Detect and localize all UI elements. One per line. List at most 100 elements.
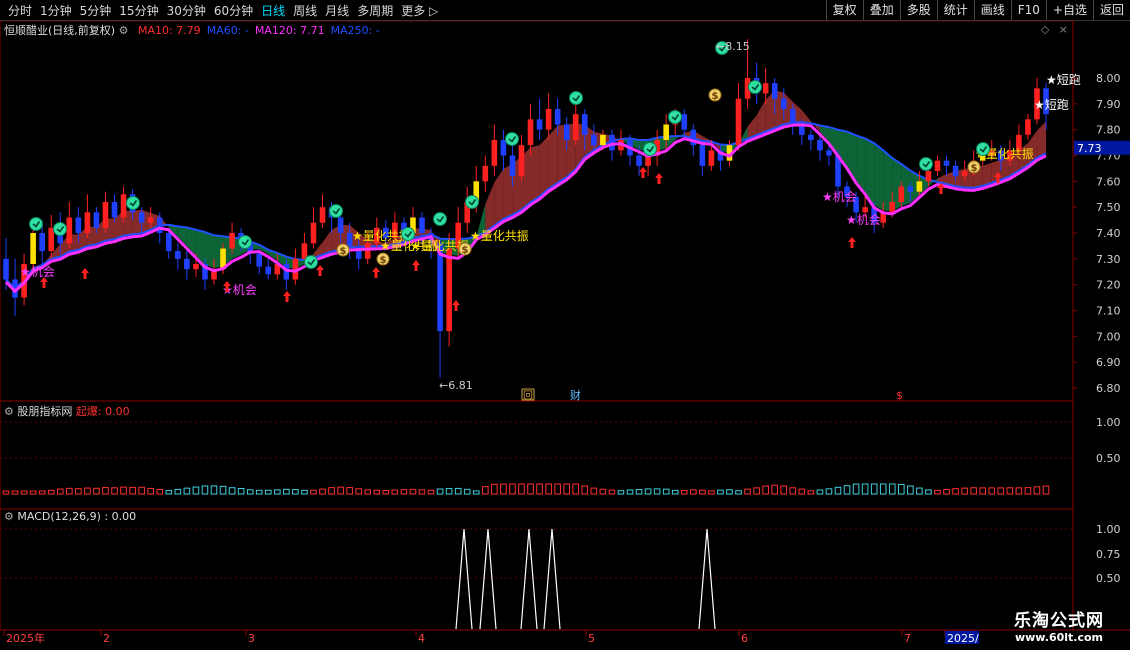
candle-body[interactable] <box>563 124 570 141</box>
candle-body[interactable] <box>572 114 579 140</box>
candle-body[interactable] <box>491 140 498 166</box>
candle-body[interactable] <box>39 233 45 252</box>
toolbar-button[interactable]: F10 <box>1010 0 1046 20</box>
candle-body[interactable] <box>364 243 371 259</box>
candle-body[interactable] <box>518 145 525 177</box>
indicator-bar <box>2 490 10 495</box>
candle-body[interactable] <box>780 98 787 109</box>
candle-body[interactable] <box>889 202 896 213</box>
period-tab[interactable]: 更多 ▷ <box>401 2 438 19</box>
candle-body[interactable] <box>184 258 190 270</box>
candle-body[interactable] <box>482 165 489 182</box>
price-tick-label: 7.50 <box>1096 201 1121 214</box>
candle-body[interactable] <box>500 140 507 156</box>
candle-body[interactable] <box>446 248 452 332</box>
period-tab[interactable]: 30分钟 <box>167 2 206 19</box>
settings-icon[interactable]: ⚙ <box>4 405 14 418</box>
candle-body[interactable] <box>771 83 778 99</box>
candle-body[interactable] <box>591 134 597 146</box>
kline-chart[interactable]: ★机会★机会★量化共振★量化共振★量化共振★量化共振★机会★机会★量化共振★短跑… <box>0 21 1130 650</box>
candle-body[interactable] <box>527 119 534 146</box>
candle-body[interactable] <box>699 145 706 166</box>
toolbar-button[interactable]: 多股 <box>899 0 937 20</box>
candle-body[interactable] <box>301 243 308 259</box>
candle-body[interactable] <box>337 217 344 234</box>
candle-body[interactable] <box>319 207 326 223</box>
close-icon[interactable]: × <box>1059 23 1068 36</box>
candle-body[interactable] <box>120 194 127 218</box>
toolbar-button[interactable]: 复权 <box>825 0 863 20</box>
candle-body[interactable] <box>509 155 516 177</box>
candle-body[interactable] <box>536 119 543 130</box>
indicator-bar <box>907 485 914 495</box>
period-tab[interactable]: 5分钟 <box>80 2 112 19</box>
toolbar-button[interactable]: 画线 <box>973 0 1011 20</box>
candle-body[interactable] <box>147 217 154 223</box>
candle-body[interactable] <box>165 233 172 252</box>
candle-body[interactable] <box>355 245 362 259</box>
candle-body[interactable] <box>66 217 73 244</box>
candle-body[interactable] <box>193 264 199 270</box>
candle-body[interactable] <box>554 109 561 125</box>
candle-body[interactable] <box>111 202 118 218</box>
candle-body[interactable] <box>943 160 950 166</box>
period-tab[interactable]: 1分钟 <box>40 2 72 19</box>
candle-body[interactable] <box>925 171 932 182</box>
check-circle <box>29 217 43 231</box>
candle-body[interactable] <box>934 160 941 171</box>
candle-body[interactable] <box>138 212 145 223</box>
toolbar-button[interactable]: 叠加 <box>862 0 900 20</box>
toolbar-button[interactable]: 返回 <box>1092 0 1130 20</box>
candle-body[interactable] <box>30 233 36 264</box>
period-tab[interactable]: 分时 <box>8 2 32 19</box>
macd-spike <box>698 528 716 630</box>
candle-body[interactable] <box>952 165 959 177</box>
candle-body[interactable] <box>826 150 832 156</box>
candle-body[interactable] <box>84 212 91 233</box>
price-tick-label: 6.90 <box>1096 356 1121 369</box>
settings-icon[interactable]: ⚙ <box>4 510 14 523</box>
candle-body[interactable] <box>156 217 163 234</box>
candle-body[interactable] <box>1025 119 1031 135</box>
candle-body[interactable] <box>789 109 796 125</box>
period-tab[interactable]: 多周期 <box>357 2 393 19</box>
candle-body[interactable] <box>175 251 181 259</box>
candle-body[interactable] <box>735 98 742 146</box>
period-tab[interactable]: 日线 <box>261 2 285 19</box>
candle-body[interactable] <box>102 202 109 228</box>
candle-body[interactable] <box>817 140 823 151</box>
trend-band <box>204 232 214 269</box>
candle-body[interactable] <box>310 222 317 244</box>
settings-icon[interactable]: ⚙ <box>119 24 129 37</box>
candle-body[interactable] <box>437 243 443 332</box>
candle-body[interactable] <box>229 233 235 249</box>
candle-body[interactable] <box>808 134 814 140</box>
candle-body[interactable] <box>93 212 100 228</box>
candle-body[interactable] <box>862 207 868 213</box>
candle-body[interactable] <box>545 109 552 130</box>
candle-body[interactable] <box>681 114 688 130</box>
candle-body[interactable] <box>708 150 715 166</box>
period-tab[interactable]: 月线 <box>325 2 349 19</box>
candle-body[interactable] <box>762 83 769 94</box>
candle-body[interactable] <box>916 181 923 192</box>
candle-body[interactable] <box>75 217 82 234</box>
candle-body[interactable] <box>663 124 669 141</box>
candle-body[interactable] <box>581 114 588 135</box>
period-tab[interactable]: 15分钟 <box>119 2 158 19</box>
period-tab[interactable]: 60分钟 <box>214 2 253 19</box>
candle-body[interactable] <box>256 253 263 267</box>
diamond-icon[interactable]: ◇ <box>1041 23 1049 36</box>
candle-body[interactable] <box>636 155 642 166</box>
candle-body[interactable] <box>961 171 968 177</box>
period-tab[interactable]: 周线 <box>293 2 317 19</box>
toolbar-button[interactable]: 统计 <box>936 0 974 20</box>
candle-body[interactable] <box>265 266 272 275</box>
toolbar-button[interactable]: +自选 <box>1045 0 1093 20</box>
candle-body[interactable] <box>3 258 9 280</box>
candle-body[interactable] <box>600 134 606 146</box>
candle-body[interactable] <box>419 217 425 234</box>
candle-body[interactable] <box>898 186 905 203</box>
candle-body[interactable] <box>48 227 55 252</box>
candle-body[interactable] <box>907 186 914 192</box>
